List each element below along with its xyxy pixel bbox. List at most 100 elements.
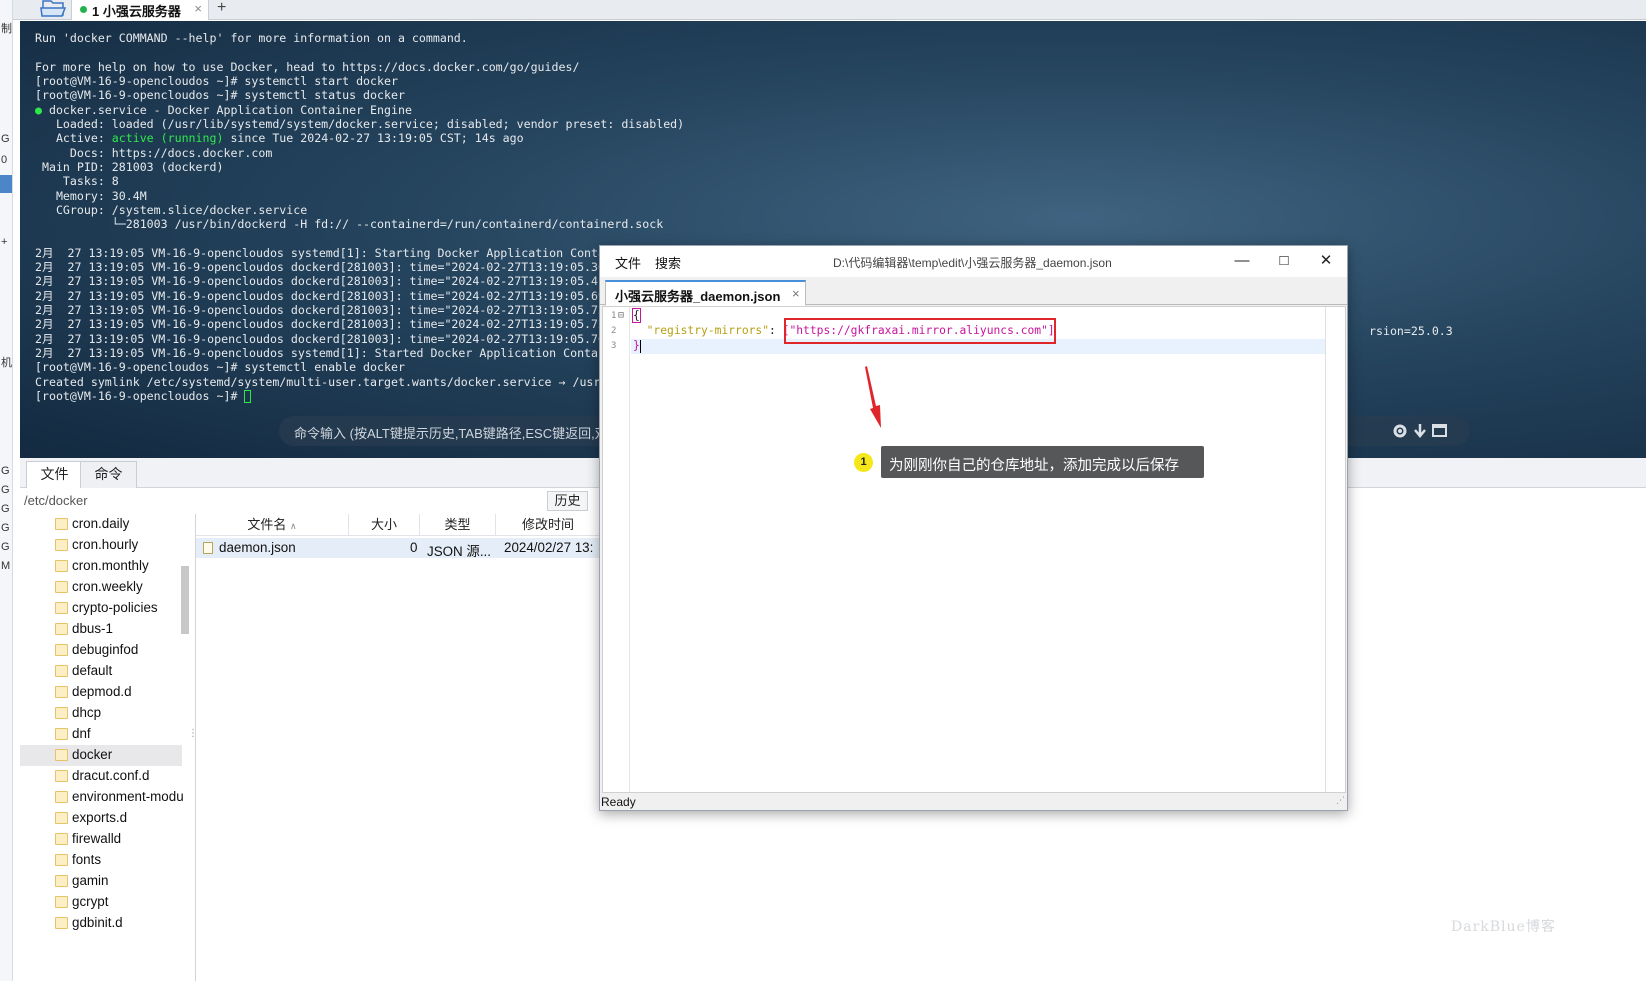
terminal-line: 2月 27 13:19:05 VM-16-9-opencloudos docke… xyxy=(35,260,633,274)
column-header-name[interactable]: 文件名 ∧ xyxy=(196,514,349,536)
edge-selection xyxy=(0,175,12,193)
tree-item-label: firewalld xyxy=(72,831,122,846)
edge-text: G xyxy=(1,133,10,145)
editor-scrollbar[interactable] xyxy=(1325,307,1345,792)
folder-icon xyxy=(55,875,68,887)
tree-item-label: default xyxy=(72,663,113,678)
folder-icon xyxy=(55,665,68,677)
highlight-box xyxy=(784,318,1056,344)
tab-commands[interactable]: 命令 xyxy=(80,461,137,488)
terminal-line: For more help on how to use Docker, head… xyxy=(35,60,580,74)
tree-item[interactable]: dracut.conf.d xyxy=(20,766,182,787)
close-icon[interactable]: ✕ xyxy=(1314,250,1338,272)
tree-item[interactable]: dhcp xyxy=(20,703,182,724)
tree-item[interactable]: cron.hourly xyxy=(20,535,182,556)
column-header-size[interactable]: 大小 xyxy=(349,514,420,536)
tree-item-label: gcrypt xyxy=(72,894,109,909)
folder-icon xyxy=(55,623,68,635)
tree-item[interactable]: gcrypt xyxy=(20,892,182,913)
session-tab[interactable]: 1 小强云服务器 × xyxy=(71,0,209,20)
terminal-line: Loaded: loaded (/usr/lib/systemd/system/… xyxy=(35,117,685,131)
settings-gear-icon[interactable] xyxy=(1393,424,1407,438)
tree-item[interactable]: debuginfod xyxy=(20,640,182,661)
folder-icon xyxy=(55,581,68,593)
resize-grip-icon[interactable]: ⋰ xyxy=(1336,795,1345,806)
tree-item[interactable]: depmod.d xyxy=(20,682,182,703)
text-cursor xyxy=(639,339,641,353)
folder-icon xyxy=(55,896,68,908)
download-arrow-icon[interactable] xyxy=(1414,424,1426,438)
menu-file[interactable]: 文件 xyxy=(615,253,641,272)
tree-item[interactable]: cron.monthly xyxy=(20,556,182,577)
session-tab-label: 1 小强云服务器 xyxy=(92,4,181,19)
folder-icon xyxy=(55,812,68,824)
edge-text: G xyxy=(1,541,10,553)
folder-icon xyxy=(55,749,68,761)
editor-status-bar: Ready ⋰ xyxy=(600,794,1347,810)
tree-item[interactable]: gamin xyxy=(20,871,182,892)
tree-item-label: cron.monthly xyxy=(72,558,149,573)
editor-tab-label: 小强云服务器_daemon.json xyxy=(615,289,781,304)
menu-search[interactable]: 搜索 xyxy=(655,253,681,272)
line-number: 3 xyxy=(611,341,617,351)
path-input[interactable]: /etc/docker xyxy=(24,493,88,508)
annotation-arrow-icon xyxy=(865,366,881,428)
tree-item[interactable]: exports.d xyxy=(20,808,182,829)
minimize-icon[interactable]: — xyxy=(1230,250,1254,272)
terminal-line: [root@VM-16-9-opencloudos ~]# systemctl … xyxy=(35,74,398,88)
terminal-text: Active: xyxy=(35,131,112,145)
terminal-line: 2月 27 13:19:05 VM-16-9-opencloudos docke… xyxy=(35,332,633,346)
background-window-edge: 制 G 0 + 机 G G G G G M xyxy=(0,0,13,981)
terminal-line: 2月 27 13:19:05 VM-16-9-opencloudos syste… xyxy=(35,246,633,260)
tree-item[interactable]: cron.daily xyxy=(20,514,182,535)
tree-item[interactable]: firewalld xyxy=(20,829,182,850)
tree-item[interactable]: environment-modu xyxy=(20,787,184,808)
status-text: Ready xyxy=(601,795,636,809)
tree-item-label: depmod.d xyxy=(72,684,132,699)
tree-item-selected[interactable]: docker xyxy=(20,745,182,766)
pane-splitter-handle[interactable]: ⋮ xyxy=(188,728,198,744)
edge-text: G xyxy=(1,465,10,477)
terminal-line: 2月 27 13:19:05 VM-16-9-opencloudos docke… xyxy=(35,274,633,288)
tree-item[interactable]: cron.weekly xyxy=(20,577,182,598)
tree-item-label: docker xyxy=(72,747,113,762)
tree-scrollbar-thumb[interactable] xyxy=(181,566,189,634)
close-tab-icon[interactable]: × xyxy=(792,286,800,301)
tree-item[interactable]: crypto-policies xyxy=(20,598,182,619)
active-status: active (running) xyxy=(111,131,224,145)
code-editor[interactable]: 1 ⊟ 2 3 { "registry-mirrors": ["https://… xyxy=(602,306,1346,793)
sort-ascending-icon: ∧ xyxy=(290,521,297,531)
directory-tree: cron.daily cron.hourly cron.monthly cron… xyxy=(20,514,192,981)
window-mode-icon[interactable] xyxy=(1432,424,1447,437)
file-row[interactable]: daemon.json 0 JSON 源... 2024/02/27 13: xyxy=(196,538,601,559)
close-tab-icon[interactable]: × xyxy=(194,1,202,16)
folder-open-icon[interactable] xyxy=(35,0,71,18)
annotation-text: 为刚刚你自己的仓库地址，添加完成以后保存 xyxy=(889,458,1179,474)
terminal-text: since Tue 2024-02-27 13:19:05 CST; 14s a… xyxy=(223,131,524,145)
tree-item[interactable]: default xyxy=(20,661,182,682)
column-header-modified[interactable]: 修改时间 xyxy=(496,514,601,536)
folder-icon xyxy=(55,560,68,572)
tree-item[interactable]: dnf xyxy=(20,724,182,745)
terminal-line: Memory: 30.4M xyxy=(35,189,147,203)
tab-files[interactable]: 文件 xyxy=(26,461,83,488)
code-token: { xyxy=(632,308,641,323)
folder-icon xyxy=(55,644,68,656)
tree-item[interactable]: gdbinit.d xyxy=(20,913,182,934)
edge-text: G xyxy=(1,503,10,515)
code-token: } xyxy=(633,339,640,352)
terminal-line: Main PID: 281003 (dockerd) xyxy=(35,160,224,174)
editor-tab[interactable]: 小强云服务器_daemon.json × xyxy=(605,280,806,306)
folder-icon xyxy=(55,602,68,614)
tree-item[interactable]: fonts xyxy=(20,850,182,871)
tree-item[interactable]: dbus-1 xyxy=(20,619,182,640)
line-number-gutter: 1 ⊟ 2 3 xyxy=(603,307,630,792)
column-header-type[interactable]: 类型 xyxy=(420,514,496,536)
line-number: 1 xyxy=(611,311,617,321)
column-header-label: 文件名 xyxy=(247,517,287,532)
fold-toggle-icon[interactable]: ⊟ xyxy=(618,310,624,321)
history-button[interactable]: 历史 xyxy=(547,491,588,511)
service-status-dot-icon: ● xyxy=(35,103,42,117)
add-tab-button[interactable]: + xyxy=(217,0,226,17)
maximize-icon[interactable]: □ xyxy=(1272,250,1296,272)
